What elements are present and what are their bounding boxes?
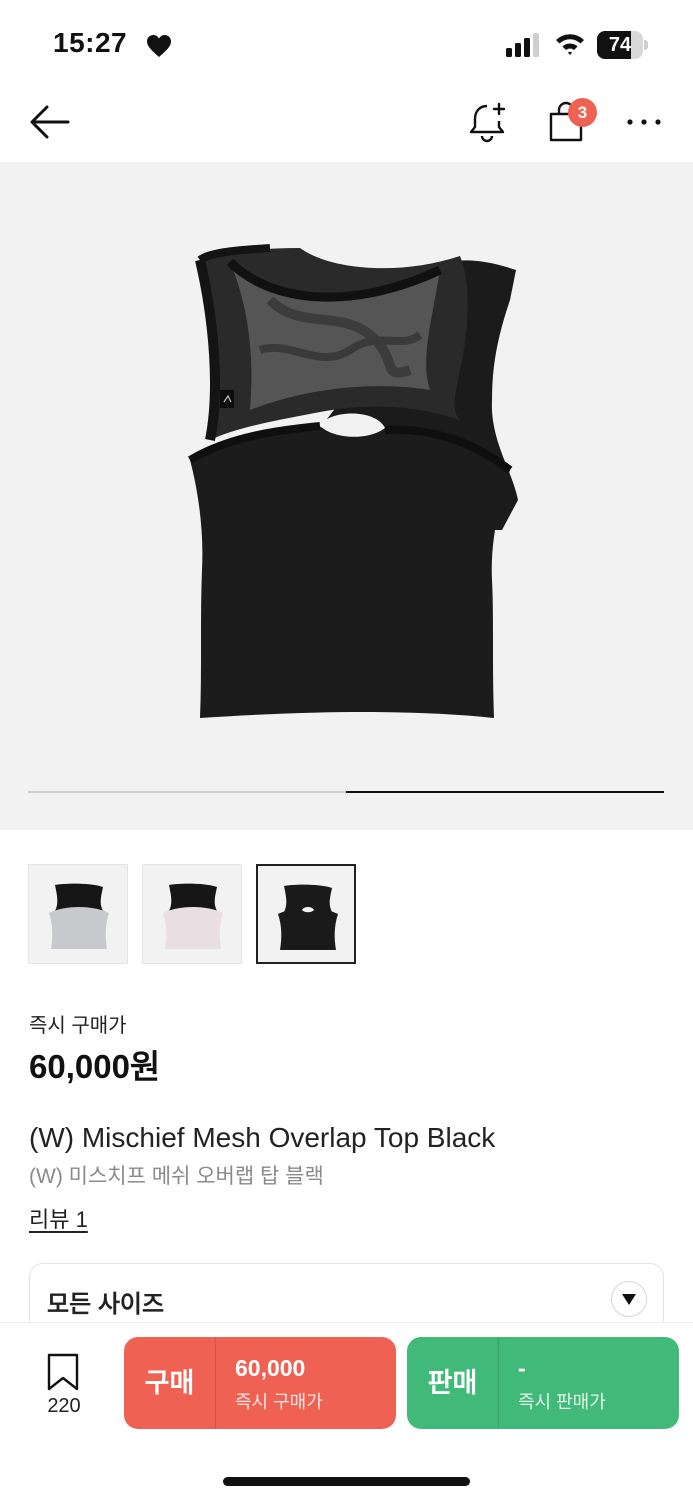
more-horizontal-icon[interactable]	[624, 116, 664, 128]
wishlist-button[interactable]: 220	[40, 1353, 88, 1417]
buy-price-label: 즉시 구매가	[235, 1392, 323, 1412]
review-link[interactable]: 리뷰 1	[29, 1202, 88, 1234]
buy-price: 60,000	[235, 1355, 306, 1381]
thumbnail-black[interactable]	[256, 864, 356, 964]
thumbnail-image	[49, 883, 109, 949]
thumbnail-pink[interactable]	[142, 864, 242, 964]
size-select-label: 모든 사이즈	[47, 1291, 165, 1318]
thumbnail-image	[163, 883, 223, 949]
bottom-action-bar: 220 구매 60,000 즉시 구매가 판매 - 즉시 판매가	[0, 1322, 693, 1500]
image-progress-indicator	[346, 791, 664, 793]
cellular-signal-icon	[506, 33, 539, 57]
cart-count-badge: 3	[568, 98, 597, 127]
product-image	[187, 244, 518, 718]
sell-price-label: 즉시 판매가	[518, 1392, 606, 1412]
sell-button[interactable]: 판매 - 즉시 판매가	[407, 1337, 679, 1429]
thumbnail-image	[278, 884, 338, 950]
heart-icon	[147, 35, 171, 57]
chevron-down-icon[interactable]	[611, 1281, 647, 1317]
product-title: (W) Mischief Mesh Overlap Top Black	[29, 1122, 496, 1153]
sell-price: -	[518, 1355, 526, 1381]
sell-label: 판매	[427, 1368, 478, 1398]
battery-icon: 74	[597, 31, 649, 59]
home-indicator	[223, 1477, 470, 1486]
wifi-icon	[556, 34, 584, 55]
price-value: 60,000원	[29, 1048, 161, 1085]
buy-button[interactable]: 구매 60,000 즉시 구매가	[124, 1337, 396, 1429]
product-image-gallery[interactable]	[0, 162, 693, 830]
bookmark-icon	[47, 1353, 79, 1391]
back-arrow-icon[interactable]	[28, 102, 72, 142]
status-time: 15:27	[53, 27, 128, 58]
price-label: 즉시 구매가	[29, 1015, 127, 1037]
status-bar: 15:27 74	[0, 0, 693, 90]
product-subtitle: (W) 미스치프 메쉬 오버랩 탑 블랙	[29, 1165, 324, 1188]
wishlist-count: 220	[47, 1395, 81, 1417]
battery-level: 74	[608, 34, 632, 56]
thumbnail-gray[interactable]	[28, 864, 128, 964]
bell-plus-icon[interactable]	[466, 100, 508, 144]
buy-label: 구매	[144, 1368, 195, 1398]
thumbnail-list	[28, 864, 668, 964]
image-progress-track	[28, 791, 664, 793]
